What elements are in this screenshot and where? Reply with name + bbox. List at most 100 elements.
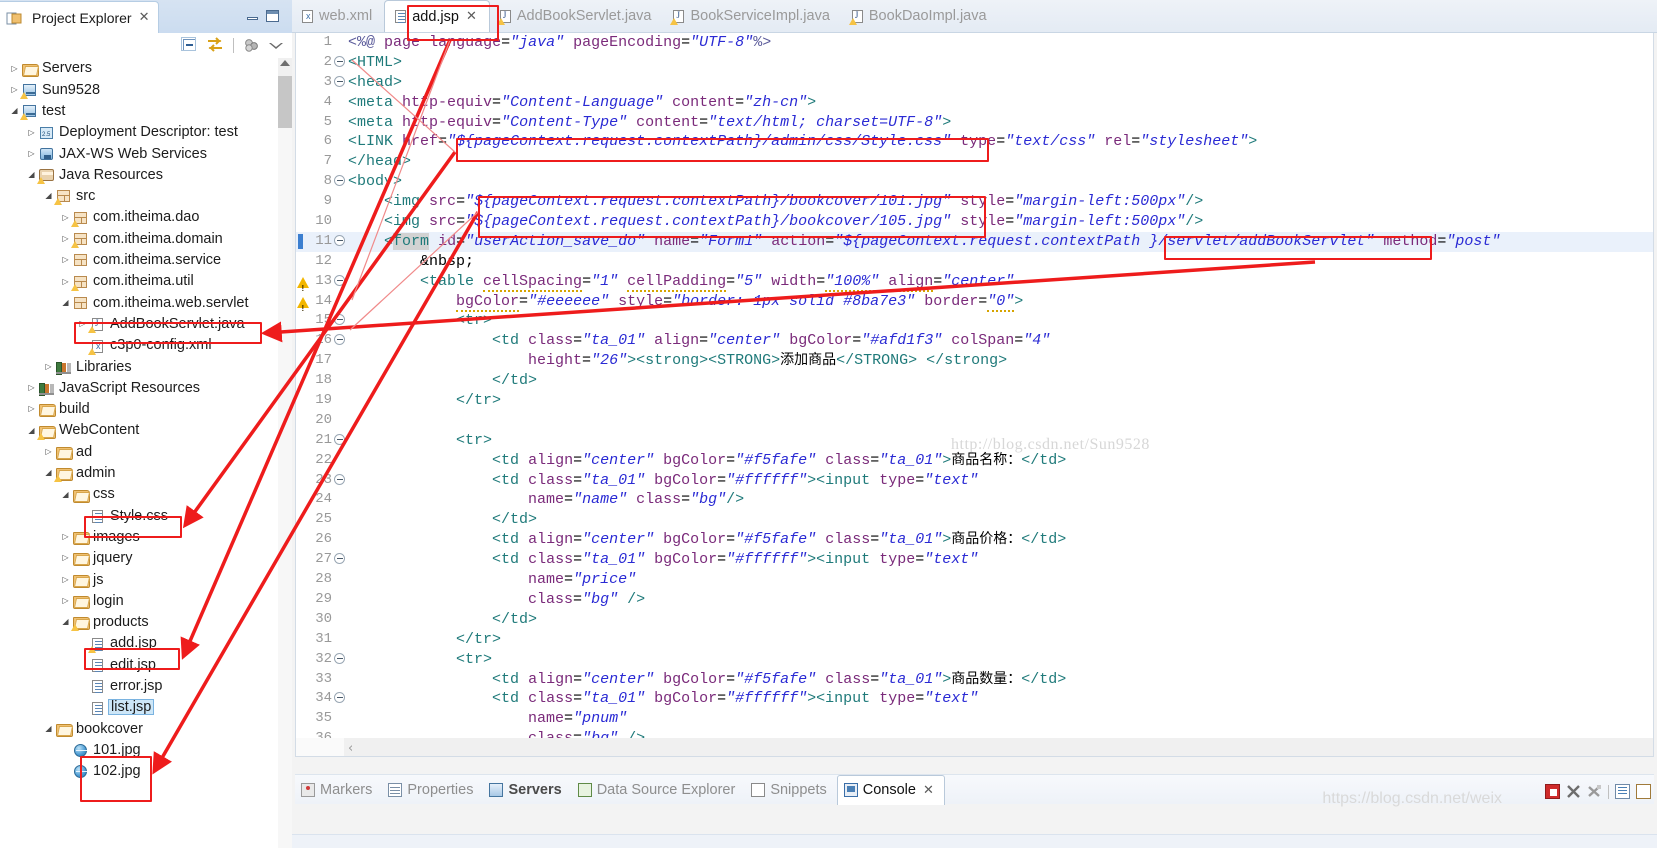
fold-toggle-icon[interactable] — [334, 553, 345, 565]
tree-item-login[interactable]: ▷ login — [0, 590, 292, 611]
fold-toggle-icon[interactable] — [334, 175, 345, 187]
code-line[interactable]: 25 </td> — [296, 510, 1653, 530]
view-menu-icon[interactable] — [268, 38, 284, 54]
chevron-right-icon[interactable]: ▷ — [59, 256, 72, 264]
scroll-up-icon[interactable] — [280, 60, 290, 66]
chevron-right-icon[interactable]: ▷ — [59, 746, 72, 754]
fold-toggle-icon[interactable] — [334, 55, 345, 67]
remove-all-terminated-icon[interactable] — [1566, 784, 1581, 799]
tree-item-javascript-resources[interactable]: ▷ JavaScript Resources — [0, 377, 292, 398]
fold-toggle-icon[interactable] — [334, 314, 345, 326]
tree-item-css[interactable]: ◢ css — [0, 484, 292, 505]
tree-item-servers[interactable]: ▷ Servers — [0, 58, 292, 79]
fold-toggle-icon[interactable] — [334, 234, 345, 246]
tree-item-ad[interactable]: ▷ ad — [0, 441, 292, 462]
code-line[interactable]: 20 — [296, 411, 1653, 431]
fold-toggle-icon[interactable] — [334, 692, 345, 704]
chevron-right-icon[interactable]: ▷ — [42, 362, 55, 371]
link-with-editor-icon[interactable] — [206, 37, 224, 54]
chevron-right-icon[interactable]: ▷ — [25, 384, 38, 392]
fold-toggle-icon[interactable] — [334, 334, 345, 346]
code-line[interactable]: 17 height="26"><strong><STRONG>添加商品</STR… — [296, 351, 1653, 371]
fold-toggle-icon[interactable] — [334, 75, 345, 87]
code-line[interactable]: 27 <td class="ta_01" bgColor="#ffffff"><… — [296, 550, 1653, 570]
code-line[interactable]: 36 class="bg" /> — [296, 729, 1653, 738]
fold-toggle-icon[interactable] — [334, 473, 345, 485]
chevron-right-icon[interactable]: ▷ — [59, 575, 72, 584]
close-icon[interactable]: ✕ — [139, 10, 150, 25]
code-line[interactable]: 8 <body> — [296, 172, 1653, 192]
chevron-right-icon[interactable]: ▷ — [25, 128, 38, 137]
chevron-right-icon[interactable]: ▷ — [59, 554, 72, 562]
tree-item-error-jsp[interactable]: ▷ error.jsp — [0, 676, 292, 697]
code-line[interactable]: 23 <td class="ta_01" bgColor="#ffffff"><… — [296, 471, 1653, 491]
chevron-down-icon[interactable]: ◢ — [42, 724, 55, 733]
code-line[interactable]: 3 <head> — [296, 73, 1653, 93]
code-line[interactable]: 32 <tr> — [296, 650, 1653, 670]
chevron-right-icon[interactable]: ▷ — [25, 405, 38, 413]
code-line[interactable]: 1 <%@ page language="java" pageEncoding="… — [296, 33, 1653, 53]
clear-console-icon[interactable] — [1587, 784, 1602, 799]
tree-item-bookcover[interactable]: ◢ bookcover — [0, 718, 292, 739]
editor-tab-bookserviceimpl-java[interactable]: BookServiceImpl.java — [663, 0, 841, 32]
bottom-tab-console[interactable]: Console ✕ — [836, 774, 945, 805]
code-line[interactable]: 13 <table cellSpacing="1" cellPadding="5… — [296, 272, 1653, 299]
code-line[interactable]: 5 <meta http-equiv="Content-Type" content… — [296, 113, 1653, 133]
editor-tab-bookdaoimpl-java[interactable]: BookDaoImpl.java — [842, 0, 999, 32]
code-line[interactable]: 12 &nbsp; — [296, 252, 1653, 272]
code-line[interactable]: 16 <td class="ta_01" align="center" bgCo… — [296, 331, 1653, 351]
project-tree[interactable]: ▷Servers▷Sun9528◢test▷Deployment Descrip… — [0, 58, 292, 848]
tree-item-deployment-descriptor-test[interactable]: ▷ Deployment Descriptor: test — [0, 122, 292, 143]
code-line[interactable]: 31 </tr> — [296, 630, 1653, 650]
scroll-lock-icon[interactable] — [1636, 784, 1651, 799]
code-line[interactable]: 35 name="pnum" — [296, 709, 1653, 729]
editor-horizontal-scrollbar[interactable]: ‹ — [295, 738, 1654, 757]
scroll-left-icon[interactable]: ‹ — [348, 741, 353, 756]
close-icon[interactable]: ✕ — [923, 783, 934, 798]
bottom-tab-servers[interactable]: Servers — [483, 776, 571, 804]
scrollbar-track[interactable] — [278, 128, 292, 848]
scrollbar-thumb[interactable] — [278, 76, 292, 128]
tree-item-com-itheima-domain[interactable]: ▷ com.itheima.domain — [0, 228, 292, 249]
tree-item-sun9528[interactable]: ▷ Sun9528 — [0, 79, 292, 100]
chevron-down-icon[interactable]: ◢ — [59, 490, 72, 499]
chevron-right-icon[interactable]: ▷ — [8, 64, 21, 73]
minimize-button[interactable] — [246, 10, 260, 22]
tree-item-com-itheima-dao[interactable]: ▷ com.itheima.dao — [0, 207, 292, 228]
tree-item-admin[interactable]: ◢ admin — [0, 463, 292, 484]
tree-item-java-resources[interactable]: ◢ Java Resources — [0, 164, 292, 185]
code-line[interactable]: 26 <td align="center" bgColor="#f5fafe" … — [296, 530, 1653, 550]
code-line[interactable]: 19 </tr> — [296, 391, 1653, 411]
tree-item-webcontent[interactable]: ◢ WebContent — [0, 420, 292, 441]
tree-item-build[interactable]: ▷ build — [0, 399, 292, 420]
chevron-right-icon[interactable]: ▷ — [42, 447, 55, 456]
chevron-right-icon[interactable]: ▷ — [76, 682, 89, 690]
pin-console-icon[interactable] — [1615, 784, 1630, 799]
chevron-right-icon[interactable]: ▷ — [25, 149, 38, 158]
project-tree-scrollbar[interactable] — [278, 58, 292, 848]
tree-item-js[interactable]: ▷ js — [0, 569, 292, 590]
chevron-right-icon[interactable]: ▷ — [59, 767, 72, 775]
code-line[interactable]: 4 <meta http-equiv="Content-Language" con… — [296, 93, 1653, 113]
editor-tab-addbookservlet-java[interactable]: AddBookServlet.java — [490, 0, 664, 32]
tree-item-com-itheima-web-servlet[interactable]: ◢ com.itheima.web.servlet — [0, 292, 292, 313]
code-line[interactable]: 24 name="name" class="bg"/> — [296, 490, 1653, 510]
tree-item-products[interactable]: ◢ products — [0, 612, 292, 633]
code-line[interactable]: 33 <td align="center" bgColor="#f5fafe" … — [296, 670, 1653, 690]
code-line[interactable]: 29 class="bg" /> — [296, 590, 1653, 610]
tree-item-com-itheima-util[interactable]: ▷ com.itheima.util — [0, 271, 292, 292]
code-line[interactable]: 2 <HTML> — [296, 53, 1653, 73]
bottom-tab-markers[interactable]: Markers — [295, 776, 382, 804]
chevron-right-icon[interactable]: ▷ — [76, 704, 89, 712]
fold-toggle-icon[interactable] — [334, 652, 345, 664]
chevron-down-icon[interactable]: ◢ — [59, 298, 72, 307]
tree-item-jquery[interactable]: ▷ jquery — [0, 548, 292, 569]
fold-toggle-icon[interactable] — [334, 274, 345, 286]
tree-item-jax-ws-web-services[interactable]: ▷ JAX-WS Web Services — [0, 143, 292, 164]
bottom-tab-data-source-explorer[interactable]: Data Source Explorer — [572, 776, 746, 804]
tree-item-src[interactable]: ◢ src — [0, 186, 292, 207]
editor-tab-web-xml[interactable]: web.xml — [292, 0, 384, 32]
tree-item-list-jsp[interactable]: ▷ list.jsp — [0, 697, 292, 718]
tree-item-test[interactable]: ◢ test — [0, 101, 292, 122]
bottom-tab-snippets[interactable]: Snippets — [745, 776, 836, 804]
